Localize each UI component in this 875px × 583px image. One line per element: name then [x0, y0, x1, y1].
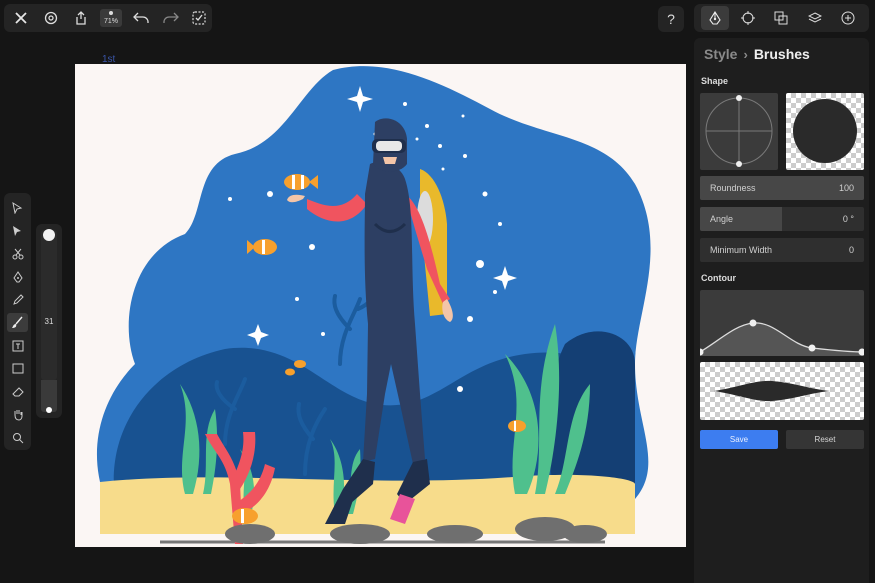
rectangle-icon[interactable]	[7, 359, 28, 378]
pen-icon[interactable]	[7, 267, 28, 286]
diver-illustration[interactable]	[75, 64, 686, 547]
shape-preview	[786, 93, 864, 170]
roundness-value: 100	[838, 183, 854, 193]
breadcrumb: Style › Brushes	[704, 46, 810, 62]
size-track	[41, 230, 57, 380]
share-icon[interactable]	[70, 7, 92, 29]
path-ops-tab-icon[interactable]	[767, 6, 795, 30]
layers-tab-icon[interactable]	[801, 6, 829, 30]
eraser-icon[interactable]	[7, 382, 28, 401]
contour-curve-editor[interactable]	[696, 290, 866, 356]
tool-bar	[4, 193, 31, 450]
save-button[interactable]: Save	[700, 430, 778, 449]
roundness-label: Roundness	[710, 183, 756, 193]
reset-button[interactable]: Reset	[786, 430, 864, 449]
select-frame-button[interactable]	[186, 4, 212, 32]
contour-section-title: Contour	[701, 273, 736, 283]
style-tab-icon[interactable]	[700, 6, 729, 30]
text-icon[interactable]	[7, 336, 28, 355]
top-toolbar: 71%	[4, 4, 208, 32]
artboard-canvas[interactable]	[75, 64, 686, 547]
direct-select-icon[interactable]	[7, 221, 28, 240]
breadcrumb-current: Brushes	[753, 46, 810, 62]
pencil-icon[interactable]	[7, 290, 28, 309]
angle-field[interactable]: Angle 0 °	[700, 207, 864, 231]
size-min-dot	[46, 407, 52, 413]
size-slider-handle[interactable]	[43, 229, 55, 241]
select-icon[interactable]	[7, 198, 28, 217]
scissors-icon[interactable]	[7, 244, 28, 263]
close-icon[interactable]	[10, 7, 32, 29]
app-window: 71% ? 1st 31 Style › Brushes Shape Round…	[0, 0, 875, 583]
help-label: ?	[667, 11, 675, 27]
shape-angle-editor[interactable]	[700, 93, 778, 170]
style-panel: Style › Brushes Shape Roundness 100 Angl…	[694, 38, 869, 583]
brush-stroke-preview	[700, 362, 864, 420]
brush-size-slider[interactable]: 31	[36, 224, 62, 418]
redo-icon[interactable]	[160, 7, 182, 29]
undo-icon[interactable]	[130, 7, 152, 29]
zoom-indicator[interactable]: 71%	[100, 9, 122, 27]
hand-icon[interactable]	[7, 405, 28, 424]
angle-value: 0 °	[842, 214, 854, 224]
angle-label: Angle	[710, 214, 734, 224]
add-tab-icon[interactable]	[834, 6, 862, 30]
breadcrumb-style-link[interactable]: Style	[704, 46, 737, 62]
transform-tab-icon[interactable]	[734, 6, 762, 30]
chevron-right-icon: ›	[743, 46, 748, 62]
zoom-label: 71%	[103, 18, 118, 25]
help-button[interactable]: ?	[658, 6, 684, 32]
zoom-icon[interactable]	[7, 428, 28, 447]
brush-size-value: 31	[44, 317, 54, 326]
minimum-width-label: Minimum Width	[710, 245, 773, 255]
roundness-field[interactable]: Roundness 100	[700, 176, 864, 200]
minimum-width-field[interactable]: Minimum Width 0	[700, 238, 864, 262]
select-frame-icon	[192, 11, 206, 25]
settings-icon[interactable]	[40, 7, 62, 29]
brush-icon[interactable]	[7, 313, 28, 332]
minimum-width-value: 0	[848, 245, 854, 255]
shape-section-title: Shape	[701, 76, 729, 86]
panel-tabs	[694, 4, 869, 32]
